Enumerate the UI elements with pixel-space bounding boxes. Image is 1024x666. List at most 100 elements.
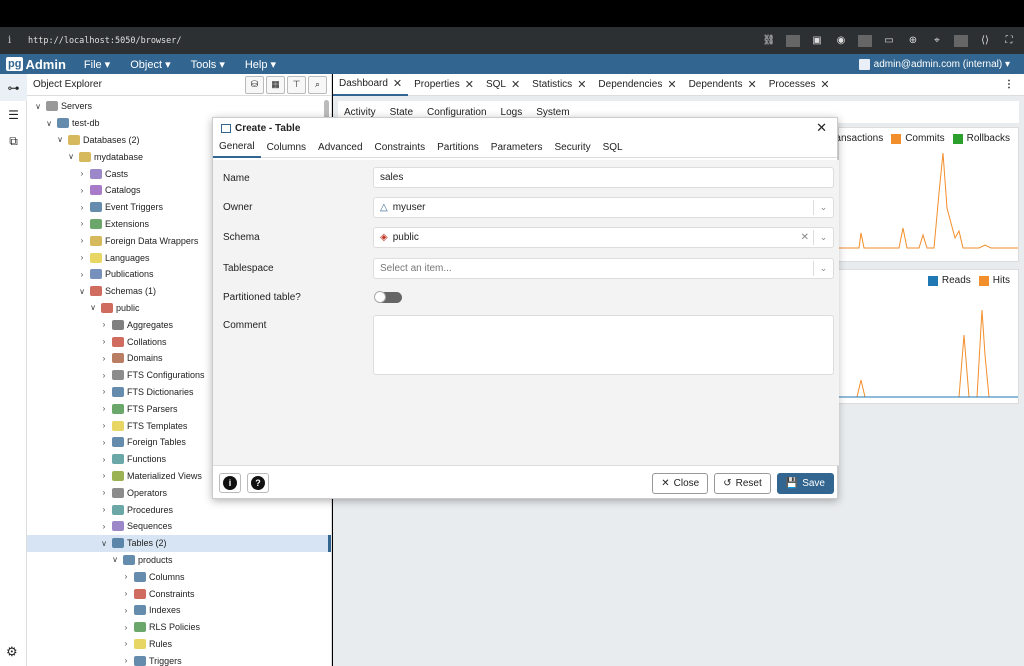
reset-button[interactable]: ↺ Reset <box>714 472 771 494</box>
chevron-right-icon[interactable]: › <box>99 471 109 480</box>
menu-tools[interactable]: Tools ▾ <box>191 58 225 71</box>
name-input[interactable]: sales <box>373 167 834 188</box>
gear-icon[interactable]: ⚙ <box>6 644 18 660</box>
query-tool-icon[interactable]: ⛁ <box>245 75 264 94</box>
dialog-tab-partitions[interactable]: Partitions <box>431 138 485 158</box>
chevron-down-icon[interactable]: ∨ <box>66 152 76 161</box>
view-data-icon[interactable]: ▦ <box>266 75 285 94</box>
chevron-right-icon[interactable]: › <box>121 639 131 648</box>
subtab-activity[interactable]: Activity <box>344 107 376 118</box>
clear-icon[interactable]: ✕ <box>801 232 809 243</box>
search-icon[interactable]: ⌕ <box>308 75 327 94</box>
close-icon[interactable]: ✕ <box>465 78 474 91</box>
close-icon[interactable]: ✕ <box>748 78 757 91</box>
info-button[interactable]: i <box>219 473 241 493</box>
chevron-right-icon[interactable]: › <box>121 656 131 665</box>
close-icon[interactable]: ✕ <box>393 77 402 90</box>
info-icon[interactable]: i <box>8 35 26 46</box>
chevron-right-icon[interactable]: › <box>121 606 131 615</box>
tab-dependencies[interactable]: Dependencies ✕ <box>592 74 682 96</box>
chevron-right-icon[interactable]: › <box>99 438 109 447</box>
crosshair-icon[interactable]: ⌖ <box>930 35 944 47</box>
screenshot-icon[interactable]: ▣ <box>810 35 824 47</box>
tree-node[interactable]: › Procedures <box>27 501 331 518</box>
more-icon[interactable]: ⋮ <box>1004 79 1014 90</box>
chevron-down-icon[interactable]: ∨ <box>99 539 109 548</box>
chevron-right-icon[interactable]: › <box>77 203 87 212</box>
dialog-tab-constraints[interactable]: Constraints <box>369 138 432 158</box>
chevron-down-icon[interactable]: ∨ <box>110 555 120 564</box>
window-icon[interactable]: ▭ <box>882 35 896 47</box>
dialog-tab-security[interactable]: Security <box>548 138 596 158</box>
chevron-right-icon[interactable]: › <box>121 589 131 598</box>
chevron-right-icon[interactable]: › <box>99 488 109 497</box>
tree-node[interactable]: › Constraints <box>27 585 331 602</box>
close-icon[interactable]: ✕ <box>820 78 829 91</box>
chevron-right-icon[interactable]: › <box>77 186 87 195</box>
subtab-logs[interactable]: Logs <box>501 107 523 118</box>
tab-properties[interactable]: Properties ✕ <box>408 74 480 96</box>
save-button[interactable]: 💾 Save <box>776 472 834 494</box>
tab-dependents[interactable]: Dependents ✕ <box>683 74 763 96</box>
tablespace-select[interactable]: Select an item... ⌄ <box>373 258 834 279</box>
link-icon[interactable]: ⛓ <box>762 35 776 47</box>
tree-node[interactable]: › Rules <box>27 636 331 653</box>
tree-node[interactable]: ∨ Tables (2) <box>27 534 331 552</box>
tree-node[interactable]: › Sequences <box>27 518 331 535</box>
tab-statistics[interactable]: Statistics ✕ <box>526 74 592 96</box>
chevron-down-icon[interactable]: ⌄ <box>813 200 833 215</box>
chevron-right-icon[interactable]: › <box>99 522 109 531</box>
close-icon[interactable]: ✕ <box>511 78 520 91</box>
chevron-right-icon[interactable]: › <box>99 421 109 430</box>
chevron-down-icon[interactable]: ⌄ <box>813 261 833 276</box>
tree-node[interactable]: ∨ products <box>27 552 331 569</box>
dialog-tab-parameters[interactable]: Parameters <box>485 138 549 158</box>
dialog-tab-general[interactable]: General <box>213 138 261 158</box>
chevron-down-icon[interactable]: ∨ <box>77 287 87 296</box>
chevron-right-icon[interactable]: › <box>77 219 87 228</box>
chevron-right-icon[interactable]: › <box>99 371 109 380</box>
tab-dashboard[interactable]: Dashboard ✕ <box>333 74 409 96</box>
menu-file[interactable]: File ▾ <box>84 58 110 71</box>
tab-sql[interactable]: SQL ✕ <box>480 74 526 96</box>
globe-icon[interactable]: ⊕ <box>906 35 920 47</box>
filter-icon[interactable]: ⊤ <box>287 75 306 94</box>
dialog-tab-columns[interactable]: Columns <box>261 138 312 158</box>
comment-textarea[interactable] <box>373 315 834 375</box>
subtab-configuration[interactable]: Configuration <box>427 107 486 118</box>
tree-node[interactable]: › Indexes <box>27 602 331 619</box>
chevron-down-icon[interactable]: ∨ <box>88 303 98 312</box>
close-icon[interactable]: ✕ <box>577 78 586 91</box>
maximize-icon[interactable]: ⛶ <box>1002 35 1016 47</box>
chevron-right-icon[interactable]: › <box>99 337 109 346</box>
camera-icon[interactable]: ◉ <box>834 35 848 47</box>
tree-node[interactable]: › RLS Policies <box>27 619 331 636</box>
database-icon[interactable]: ☰ <box>0 101 27 128</box>
subtab-state[interactable]: State <box>390 107 413 118</box>
tree-icon[interactable]: ⊶ <box>0 74 27 101</box>
chevron-down-icon[interactable]: ∨ <box>44 119 54 128</box>
close-icon[interactable]: ✕ <box>816 120 827 136</box>
chevron-right-icon[interactable]: › <box>77 236 87 245</box>
partitioned-toggle[interactable] <box>374 291 402 303</box>
user-menu[interactable]: admin@admin.com (internal) ▾ <box>858 58 1010 70</box>
chevron-right-icon[interactable]: › <box>121 572 131 581</box>
chevron-down-icon[interactable]: ∨ <box>33 102 43 111</box>
dialog-tab-advanced[interactable]: Advanced <box>312 138 368 158</box>
tree-node[interactable]: › Columns <box>27 568 331 585</box>
chevron-right-icon[interactable]: › <box>99 404 109 413</box>
code-icon[interactable]: ⟨⟩ <box>978 35 992 47</box>
menu-help[interactable]: Help ▾ <box>245 58 276 71</box>
chevron-right-icon[interactable]: › <box>77 253 87 262</box>
dialog-tab-sql[interactable]: SQL <box>597 138 629 158</box>
chevron-right-icon[interactable]: › <box>99 455 109 464</box>
menu-object[interactable]: Object ▾ <box>130 58 170 71</box>
close-button[interactable]: ✕ Close <box>652 472 709 494</box>
chevron-down-icon[interactable]: ⌄ <box>813 230 833 245</box>
tree-node[interactable]: ∨ Servers <box>27 98 331 115</box>
chevron-right-icon[interactable]: › <box>99 505 109 514</box>
chevron-right-icon[interactable]: › <box>121 623 131 632</box>
subtab-system[interactable]: System <box>536 107 569 118</box>
help-button[interactable]: ? <box>247 473 269 493</box>
chevron-down-icon[interactable]: ∨ <box>55 135 65 144</box>
